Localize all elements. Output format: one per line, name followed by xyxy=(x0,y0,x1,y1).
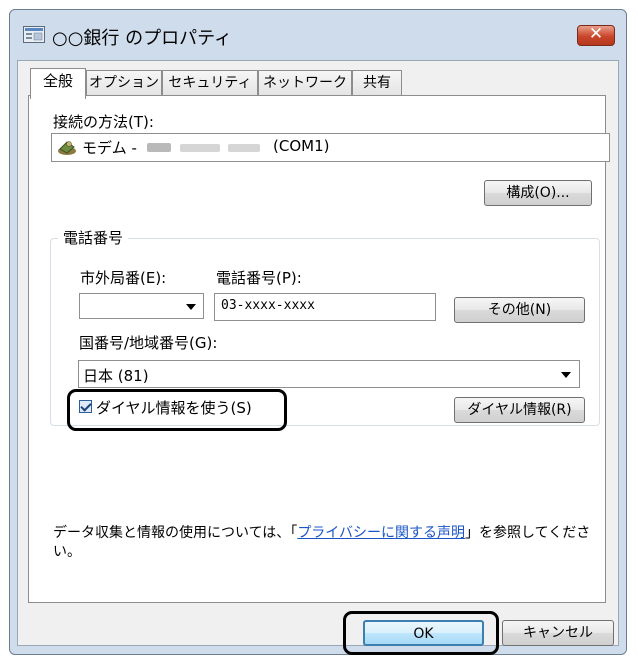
tab-sharing[interactable]: 共有 xyxy=(352,70,402,96)
title-bar: ○○銀行 のプロパティ ✕ xyxy=(10,10,626,60)
modem-field[interactable]: モデム - (COM1) xyxy=(51,133,610,162)
tab-options[interactable]: オプション xyxy=(86,70,162,96)
country-code-label: 国番号/地域番号(G): xyxy=(79,334,218,352)
privacy-statement-link[interactable]: プライバシーに関する声明 xyxy=(297,525,465,541)
tab-label: オプション xyxy=(89,75,159,91)
cancel-button[interactable]: キャンセル xyxy=(502,620,614,646)
close-icon: ✕ xyxy=(588,24,604,44)
tab-label: セキュリティ xyxy=(168,75,252,91)
redacted-text xyxy=(180,144,220,152)
connect-using-label: 接続の方法(T): xyxy=(53,113,154,131)
highlight-box xyxy=(343,611,499,655)
tab-network[interactable]: ネットワーク xyxy=(258,70,352,96)
tab-label: ネットワーク xyxy=(263,75,347,91)
country-code-select[interactable]: 日本 (81) xyxy=(78,360,580,388)
country-code-value: 日本 (81) xyxy=(83,367,149,385)
highlight-box xyxy=(67,389,287,431)
window-icon xyxy=(23,26,45,43)
chevron-down-icon xyxy=(186,304,196,310)
dialing-rules-button[interactable]: ダイヤル情報(R) xyxy=(454,397,585,423)
tab-security[interactable]: セキュリティ xyxy=(162,70,258,96)
tab-label: 全般 xyxy=(42,72,73,90)
phone-number-label: 電話番号(P): xyxy=(216,269,302,287)
phone-number-value: 03-xxxx-xxxx xyxy=(221,298,315,313)
modem-port: (COM1) xyxy=(273,137,330,155)
phone-number-input[interactable]: 03-xxxx-xxxx xyxy=(214,293,436,321)
modem-icon xyxy=(58,141,76,155)
phone-group-label: 電話番号 xyxy=(58,227,129,248)
modem-prefix: モデム - xyxy=(82,139,137,157)
other-button[interactable]: その他(N) xyxy=(454,297,585,323)
tab-label: 共有 xyxy=(363,75,391,91)
tab-general[interactable]: 全般 xyxy=(30,68,86,99)
close-button[interactable]: ✕ xyxy=(577,24,615,46)
privacy-text: データ収集と情報の使用については、「 xyxy=(53,525,298,541)
area-code-select[interactable] xyxy=(79,293,204,319)
privacy-notice: データ収集と情報の使用については、「プライバシーに関する声明」を参照してください… xyxy=(53,524,606,562)
chevron-down-icon xyxy=(561,372,571,378)
redacted-text xyxy=(228,144,260,152)
redacted-text xyxy=(147,143,171,152)
area-code-label: 市外局番(E): xyxy=(80,269,167,287)
configure-button[interactable]: 構成(O)... xyxy=(484,180,592,206)
window-title: ○○銀行 のプロパティ xyxy=(52,28,233,49)
